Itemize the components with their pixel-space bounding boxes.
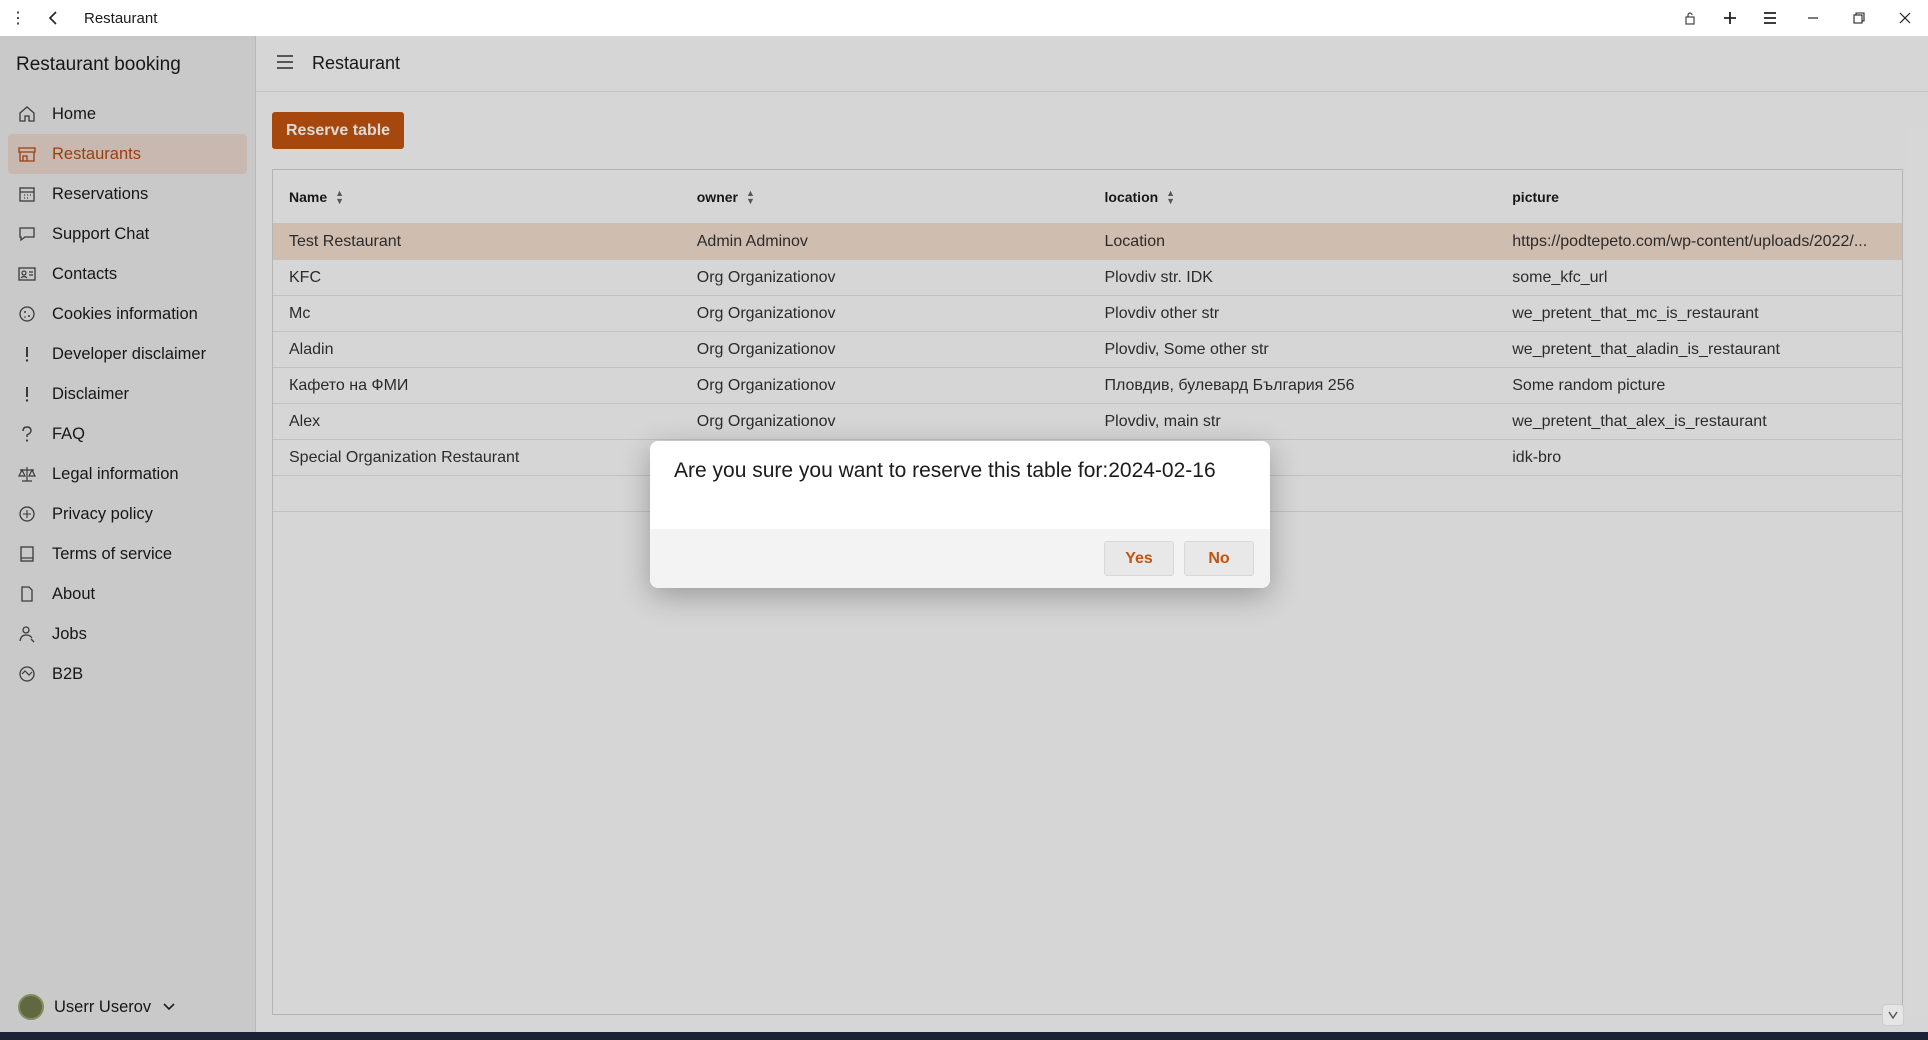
dialog-message: Are you sure you want to reserve this ta… <box>674 459 1216 482</box>
back-icon[interactable] <box>36 0 72 36</box>
add-icon[interactable] <box>1710 0 1750 36</box>
close-icon[interactable] <box>1882 0 1928 36</box>
restore-icon[interactable] <box>1836 0 1882 36</box>
taskbar-edge <box>0 1032 1928 1040</box>
yes-button[interactable]: Yes <box>1104 541 1174 576</box>
confirm-dialog: Are you sure you want to reserve this ta… <box>650 441 1270 588</box>
more-options-icon[interactable]: ⋮ <box>0 0 36 36</box>
title-bar: ⋮ Restaurant <box>0 0 1928 36</box>
minimize-icon[interactable] <box>1790 0 1836 36</box>
lock-icon[interactable] <box>1670 0 1710 36</box>
feedback-icon[interactable] <box>1882 1004 1904 1026</box>
menu-icon[interactable] <box>1750 0 1790 36</box>
no-button[interactable]: No <box>1184 541 1254 576</box>
window-title: Restaurant <box>84 9 158 27</box>
dialog-footer: Yes No <box>650 529 1270 588</box>
